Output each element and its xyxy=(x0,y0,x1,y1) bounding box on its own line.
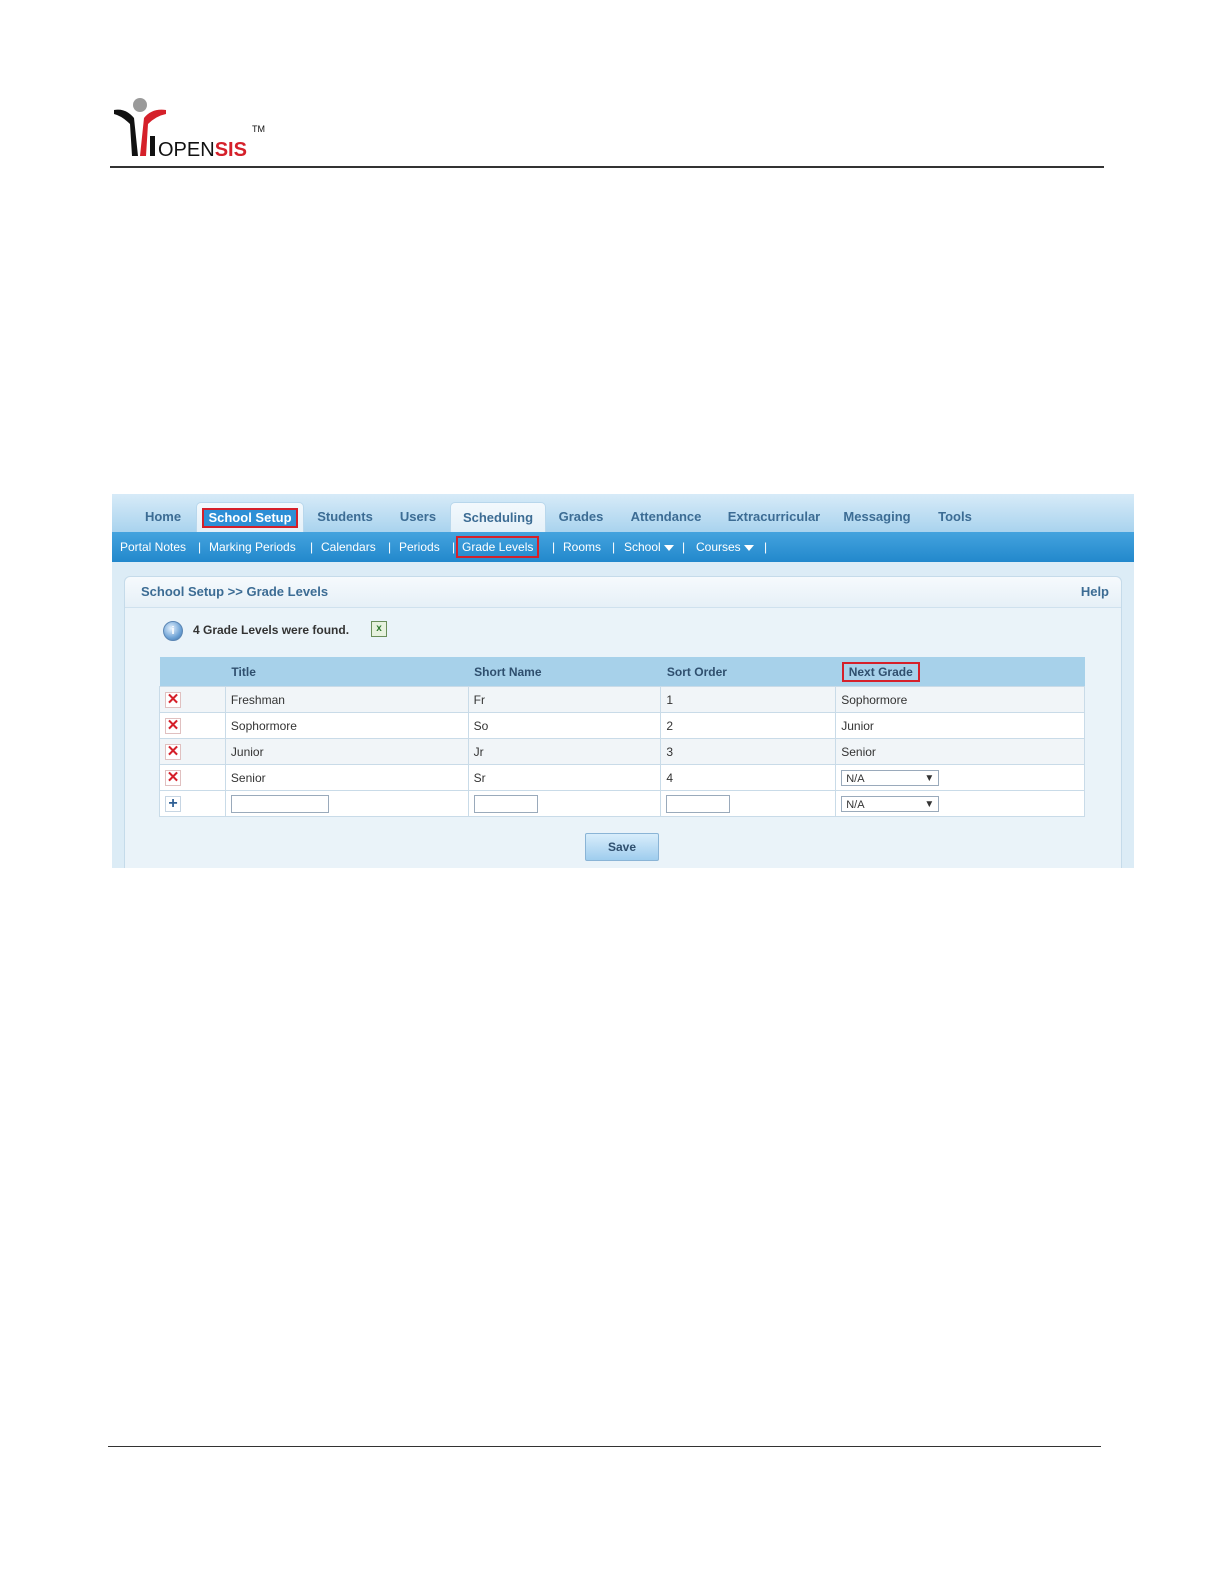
cell-sort-order[interactable]: 1 xyxy=(660,686,837,713)
new-title-input[interactable] xyxy=(230,794,329,813)
header-rule xyxy=(110,166,1104,168)
cell-next-grade[interactable]: Senior xyxy=(835,738,1085,765)
subnav-separator: | xyxy=(388,540,392,554)
column-sort-order: Sort Order xyxy=(660,657,836,687)
grade-levels-panel: School Setup >> Grade Levels Help i 4 Gr… xyxy=(124,576,1122,868)
tab-messaging[interactable]: Messaging xyxy=(838,502,916,532)
subnav-separator: | xyxy=(452,540,456,554)
logo-text: OPENSIS xyxy=(158,139,247,158)
cell-title[interactable]: Freshman xyxy=(224,686,469,713)
table-header-row: Title Short Name Sort Order Next Grade xyxy=(159,657,1085,687)
info-icon: i xyxy=(163,621,183,641)
delete-icon[interactable]: ✕ xyxy=(165,769,181,786)
add-icon[interactable]: + xyxy=(165,795,181,812)
cell-sort-order[interactable]: 2 xyxy=(660,712,837,739)
breadcrumb: School Setup >> Grade Levels xyxy=(141,584,329,599)
table-row: ✕ Senior Sr 4 N/A ▼ xyxy=(159,764,1085,791)
subnav-courses-dropdown[interactable]: Courses xyxy=(696,532,754,562)
cell-title[interactable]: Senior xyxy=(224,764,469,791)
table-row: ✕ Sophormore So 2 Junior xyxy=(159,712,1085,739)
delete-icon[interactable]: ✕ xyxy=(165,717,181,734)
cell-sort-order[interactable]: 3 xyxy=(660,738,837,765)
column-title: Title xyxy=(225,657,469,687)
grade-levels-table: Title Short Name Sort Order Next Grade ✕… xyxy=(159,657,1085,817)
cell-short-name[interactable]: Fr xyxy=(467,686,662,713)
dropdown-arrow-icon: ▼ xyxy=(924,772,935,784)
subnav-separator: | xyxy=(682,540,686,554)
new-next-grade-select[interactable]: N/A ▼ xyxy=(841,795,940,812)
tab-scheduling[interactable]: Scheduling xyxy=(450,502,546,533)
opensis-logo: OPENSIS TM xyxy=(112,96,282,158)
tab-grades[interactable]: Grades xyxy=(552,502,610,532)
subnav-marking-periods[interactable]: Marking Periods xyxy=(209,532,296,562)
cell-sort-order[interactable]: 4 xyxy=(660,764,837,791)
sub-navigation: Portal Notes | Marking Periods | Calenda… xyxy=(112,532,1134,562)
tab-users[interactable]: Users xyxy=(392,502,444,532)
cell-short-name[interactable]: Jr xyxy=(467,738,662,765)
new-row: + N/A ▼ xyxy=(159,790,1085,817)
subnav-separator: | xyxy=(310,540,314,554)
subnav-rooms[interactable]: Rooms xyxy=(563,532,601,562)
delete-icon[interactable]: ✕ xyxy=(165,691,181,708)
chevron-down-icon xyxy=(663,544,674,551)
save-button[interactable]: Save xyxy=(585,833,659,861)
tab-tools[interactable]: Tools xyxy=(930,502,980,532)
cell-next-grade[interactable]: Sophormore xyxy=(835,686,1085,713)
subnav-grade-levels[interactable]: Grade Levels xyxy=(456,532,540,562)
subnav-calendars[interactable]: Calendars xyxy=(321,532,376,562)
excel-export-icon[interactable]: x xyxy=(371,621,387,637)
subnav-separator: | xyxy=(612,540,616,554)
top-navigation: Home School Setup Students Users Schedul… xyxy=(112,494,1134,533)
subnav-periods[interactable]: Periods xyxy=(399,532,440,562)
panel-header: School Setup >> Grade Levels Help xyxy=(125,577,1121,608)
tab-extracurricular[interactable]: Extracurricular xyxy=(722,502,826,532)
subnav-separator: | xyxy=(764,540,768,554)
dropdown-arrow-icon: ▼ xyxy=(924,798,935,810)
cell-short-name[interactable]: Sr xyxy=(467,764,662,791)
cell-title[interactable]: Sophormore xyxy=(224,712,469,739)
next-grade-select[interactable]: N/A ▼ xyxy=(841,769,940,786)
new-short-name-input[interactable] xyxy=(473,794,538,813)
tab-school-setup[interactable]: School Setup xyxy=(196,502,304,533)
cell-short-name[interactable]: So xyxy=(467,712,662,739)
subnav-school-dropdown[interactable]: School xyxy=(624,532,674,562)
tab-students[interactable]: Students xyxy=(308,502,382,532)
column-short-name: Short Name xyxy=(468,657,661,687)
subnav-portal-notes[interactable]: Portal Notes xyxy=(120,532,186,562)
chevron-down-icon xyxy=(743,544,754,551)
cell-title[interactable]: Junior xyxy=(224,738,469,765)
result-count-text: 4 Grade Levels were found. xyxy=(193,623,350,637)
table-row: ✕ Freshman Fr 1 Sophormore xyxy=(159,686,1085,713)
opensis-screenshot: Home School Setup Students Users Schedul… xyxy=(112,494,1134,868)
footer-rule xyxy=(108,1446,1101,1447)
new-sort-order-input[interactable] xyxy=(666,794,731,813)
svg-text:TM: TM xyxy=(252,124,265,134)
subnav-separator: | xyxy=(198,540,202,554)
cell-next-grade[interactable]: Junior xyxy=(835,712,1085,739)
subnav-separator: | xyxy=(552,540,556,554)
tab-attendance[interactable]: Attendance xyxy=(622,502,710,532)
table-row: ✕ Junior Jr 3 Senior xyxy=(159,738,1085,765)
column-next-grade: Next Grade xyxy=(835,657,1085,687)
delete-icon[interactable]: ✕ xyxy=(165,743,181,760)
help-link[interactable]: Help xyxy=(1081,577,1109,607)
tab-home[interactable]: Home xyxy=(136,502,190,532)
